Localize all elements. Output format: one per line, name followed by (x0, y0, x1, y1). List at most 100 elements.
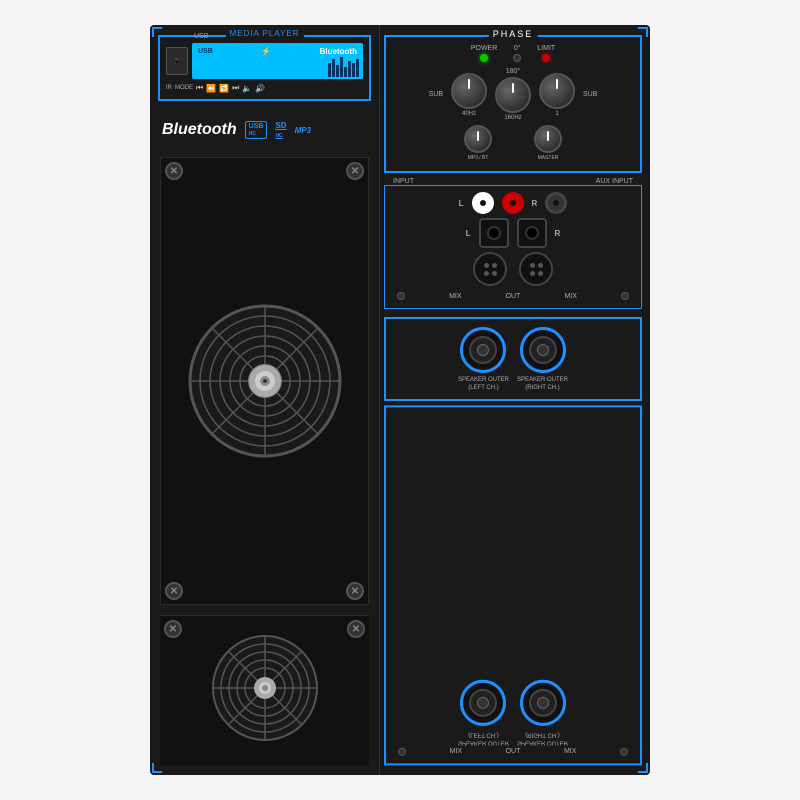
rca-jacks-row: L R (391, 192, 635, 214)
mp3bt-label: MP3 / BT (468, 155, 489, 161)
bottom-out-label: OUT (506, 748, 521, 755)
media-player-title: MEDIA PLAYER (225, 29, 303, 38)
mp3bt-knob-group: MP3 / BT (464, 125, 492, 161)
prev-btn[interactable]: ⏮ (196, 83, 203, 93)
phase-freq-label: 160Hz (504, 115, 521, 121)
speaker-left-group: SPEAKER OUTER (LEFT CH.) (458, 327, 509, 393)
prev-track-btn[interactable]: ⏪ (206, 84, 216, 93)
speaker-right-group: SPEAKER OUTER (RIGHT CH.) (517, 327, 568, 393)
aux-input-label: AUX INPUT (594, 178, 635, 185)
freq-knob[interactable] (451, 73, 487, 109)
bar-5 (344, 67, 347, 77)
bottom-speaker-connectors: SPEAKER OUTER(LEFT CH.) SPEAKER OUTER(RI… (392, 679, 634, 745)
trs-right-hole (525, 226, 539, 240)
feature-labels-section: Bluetooth USBHC SDHC MP3 (150, 113, 379, 147)
master-label: MASTER (538, 155, 559, 161)
sub-right-label: SUB (583, 91, 597, 98)
xlr-right-jack (519, 252, 553, 286)
bottom-right-inner: SPEAKER OUTER(LEFT CH.) SPEAKER OUTER(RI… (392, 679, 634, 757)
bottom-speakon-right-center (537, 696, 549, 708)
sub-left-label: SUB (429, 91, 443, 98)
input-section: INPUT AUX INPUT L R (384, 185, 642, 309)
bottom-right-section: SPEAKER OUTER(LEFT CH.) SPEAKER OUTER(RI… (384, 405, 642, 765)
next-btn[interactable]: ⏭ (232, 83, 239, 93)
rca-left-inner (480, 200, 486, 206)
screw-tr: ✕ (346, 162, 364, 180)
bluetooth-display-symbol: ⚡ (261, 47, 271, 56)
speakon-right (520, 327, 566, 373)
pin-r3 (530, 271, 535, 276)
bluetooth-text-label: Bluetooth (162, 121, 237, 139)
media-player-section: MEDIA PLAYER 📱 USB USB ⚡ Bluetooth (158, 35, 371, 101)
display-bars (328, 57, 359, 77)
ir-label: IR (166, 85, 172, 91)
bottom-mix-out-row: MIX OUT MIX (392, 745, 634, 757)
device-container: MEDIA PLAYER 📱 USB USB ⚡ Bluetooth (0, 0, 800, 800)
lcd-display: USB USB ⚡ Bluetooth (192, 43, 363, 79)
phase-knob[interactable] (495, 77, 531, 113)
speakon-left (460, 327, 506, 373)
screw-br: ✕ (346, 582, 364, 600)
mp3bt-knob[interactable] (464, 125, 492, 153)
rca-aux-inner (553, 200, 559, 206)
bottom-speaker-left-label: SPEAKER OUTER(LEFT CH.) (458, 729, 509, 745)
vol-down-btn[interactable]: 🔈 (242, 84, 252, 93)
trs-jacks-row: L R (391, 218, 635, 248)
master-knob[interactable] (534, 125, 562, 153)
rca-right-red (502, 192, 524, 214)
bottom-left-section: ✕ ✕ (160, 615, 369, 765)
volume-knob[interactable] (539, 73, 575, 109)
rca-right-inner (510, 200, 516, 206)
controls-row: IR MODE ⏮ ⏪ 🔁 ⏭ 🔈 🔊 (166, 83, 363, 93)
bar-8 (356, 59, 359, 77)
trs-left-jack (479, 218, 509, 248)
mix-right-label: MIX (564, 293, 576, 300)
phase180-knob-group: 180° 160Hz (495, 68, 531, 121)
speaker-right-label: SPEAKER OUTER (RIGHT CH.) (517, 377, 568, 393)
mp3-badge: MP3 (295, 126, 311, 135)
media-player-inner: 📱 USB USB ⚡ Bluetooth (166, 43, 363, 79)
knobs-row-2: MP3 / BT MASTER (392, 125, 634, 161)
rca-left-white (472, 192, 494, 214)
pin-4 (492, 271, 497, 276)
bar-1 (328, 63, 331, 77)
left-section: MEDIA PLAYER 📱 USB USB ⚡ Bluetooth (150, 25, 380, 775)
xlr-left-pins (482, 261, 499, 278)
speaker-connectors: SPEAKER OUTER (LEFT CH.) SPEAKER OUTER (392, 327, 634, 393)
pin-r4 (538, 271, 543, 276)
usb-badge: USBHC (245, 121, 268, 139)
pin-r1 (530, 263, 535, 268)
pin-1 (484, 263, 489, 268)
sub-left-group: SUB (429, 91, 443, 98)
mix-out-row: MIX OUT MIX (391, 290, 635, 302)
xlr-right-pins (528, 261, 545, 278)
fan (185, 301, 345, 461)
mix-dot-left (397, 292, 405, 300)
bottom-mix-dot-left (398, 747, 406, 755)
speakon-right-center (537, 344, 549, 356)
degree0-label: 0° (514, 45, 521, 52)
power-led (480, 54, 488, 62)
bluetooth-display-label: Bluetooth (320, 47, 357, 56)
usb-label: USB (194, 33, 208, 40)
bottom-fan-svg (210, 633, 320, 743)
speakon-right-inner (529, 336, 557, 364)
phase-indicators: POWER 0° LIMIT (392, 45, 634, 62)
xlr-left-jack (473, 252, 507, 286)
bottom-speakon-right-inner (529, 688, 557, 716)
mode-label: MODE (175, 85, 193, 91)
vol-range: 1 (555, 111, 558, 117)
vol-up-btn[interactable]: 🔊 (255, 84, 265, 93)
speaker-left-label: SPEAKER OUTER (LEFT CH.) (458, 377, 509, 393)
limit-led (542, 54, 550, 62)
bottom-screw-tr: ✕ (347, 620, 365, 638)
limit-indicator: LIMIT (537, 45, 555, 62)
freq-label: 40Hz (462, 111, 476, 117)
r-label: R (532, 199, 538, 208)
volume-knob-group: 1 (539, 73, 575, 117)
sd-card-icon: 📱 (166, 47, 188, 75)
sd-badge: SDHC (275, 121, 286, 139)
bottom-mix-dot-right (620, 747, 628, 755)
speaker-output-section: SPEAKER OUTER (LEFT CH.) SPEAKER OUTER (384, 317, 642, 401)
repeat-btn[interactable]: 🔁 (219, 84, 229, 93)
